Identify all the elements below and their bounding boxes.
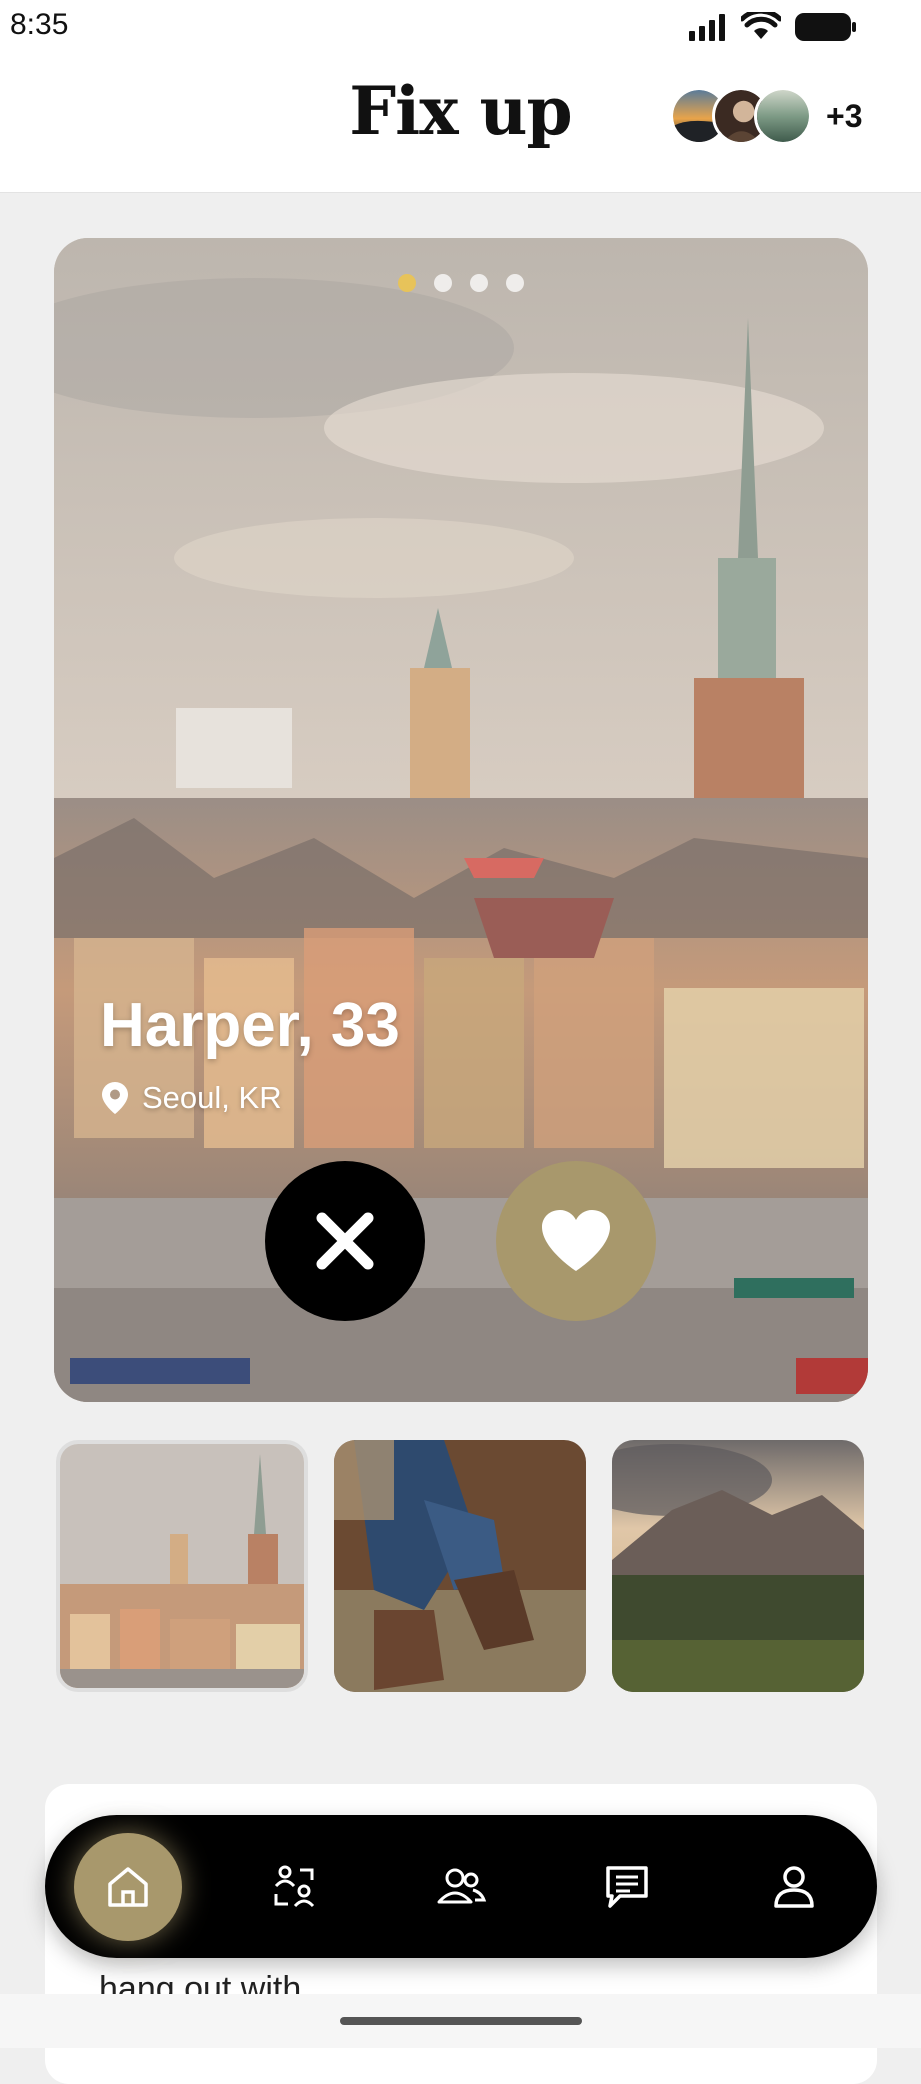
profile-location: Seoul, KR <box>102 1080 282 1116</box>
group-icon <box>437 1868 487 1903</box>
battery-icon <box>795 13 856 41</box>
location-pin-icon <box>102 1082 128 1114</box>
avatar-stack[interactable]: +3 <box>670 86 862 146</box>
pagination-dot[interactable] <box>398 274 416 292</box>
close-icon <box>316 1212 374 1270</box>
nav-home[interactable] <box>74 1832 183 1941</box>
status-bar: 8:35 <box>0 0 921 52</box>
profile-name-age: Harper, 33 <box>100 991 400 1060</box>
chat-icon <box>606 1865 649 1908</box>
avatar[interactable] <box>754 87 812 145</box>
thumbnail-mountain-image <box>612 1440 864 1692</box>
status-time: 8:35 <box>10 8 69 41</box>
photo-thumbnail[interactable] <box>612 1440 864 1692</box>
thumbnail-boots-image <box>334 1440 586 1692</box>
home-indicator[interactable] <box>340 2017 582 2025</box>
photo-thumbnail[interactable] <box>56 1440 308 1692</box>
profile-photo <box>54 238 868 1402</box>
nav-matches[interactable] <box>241 1833 349 1941</box>
home-icon <box>108 1866 148 1907</box>
avatar-overflow-count[interactable]: +3 <box>826 98 862 135</box>
like-button[interactable] <box>496 1161 656 1321</box>
signal-icon <box>689 14 725 41</box>
bottom-navigation <box>45 1815 877 1958</box>
thumbnail-city-image <box>60 1444 304 1688</box>
pagination-dot[interactable] <box>470 274 488 292</box>
profile-card[interactable]: Harper, 33 Seoul, KR <box>54 238 868 1402</box>
photo-thumbnail[interactable] <box>334 1440 586 1692</box>
nav-profile[interactable] <box>740 1833 848 1941</box>
wifi-icon <box>741 12 781 39</box>
heart-icon <box>542 1210 610 1271</box>
app-header: Fix up +3 <box>0 52 921 193</box>
pagination-dot[interactable] <box>506 274 524 292</box>
photo-thumbnails <box>56 1440 864 1692</box>
pagination-dot[interactable] <box>434 274 452 292</box>
people-swap-icon <box>274 1865 314 1907</box>
nav-friends[interactable] <box>407 1833 515 1941</box>
user-icon <box>774 1865 814 1908</box>
location-text: Seoul, KR <box>142 1080 282 1115</box>
nav-messages[interactable] <box>573 1833 681 1941</box>
dislike-button[interactable] <box>265 1161 425 1321</box>
photo-pagination[interactable] <box>54 274 868 292</box>
status-icons <box>687 12 857 42</box>
